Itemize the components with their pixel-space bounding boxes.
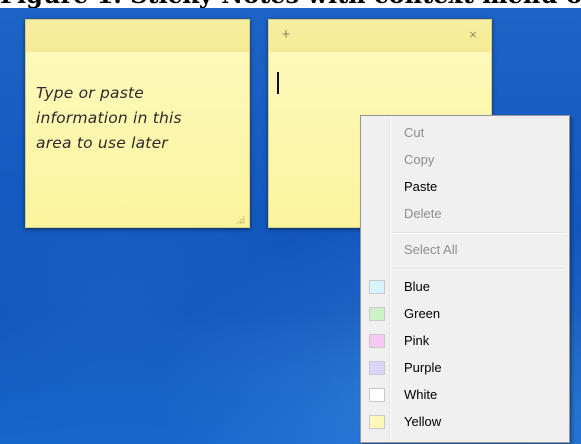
menu-item-pink[interactable]: Pink — [363, 328, 567, 354]
menu-item-paste[interactable]: Paste — [363, 174, 567, 200]
purple-swatch-icon — [369, 361, 385, 375]
menu-item-blue[interactable]: Blue — [363, 274, 567, 300]
menu-separator — [392, 268, 566, 270]
note-text-line-2: information in this — [36, 109, 182, 127]
menu-item-label: Purple — [404, 360, 442, 375]
note-header[interactable] — [26, 20, 249, 52]
menu-item-label: Pink — [404, 333, 430, 348]
add-note-icon[interactable]: + — [277, 26, 295, 44]
menu-item-copy[interactable]: Copy — [363, 147, 567, 173]
blue-swatch-icon — [369, 280, 385, 294]
close-note-icon[interactable]: × — [464, 26, 482, 44]
note-text[interactable]: Type or paste information in this area t… — [36, 81, 241, 156]
menu-item-label: Green — [404, 306, 441, 321]
menu-item-label: Paste — [404, 179, 438, 194]
menu-item-cut[interactable]: Cut — [363, 120, 567, 146]
note-header[interactable]: + × — [269, 20, 491, 52]
sticky-note-1[interactable]: Type or paste information in this area t… — [25, 19, 250, 228]
menu-item-label: Delete — [404, 206, 442, 221]
menu-item-label: Select All — [404, 242, 458, 257]
white-swatch-icon — [369, 388, 385, 402]
menu-item-delete[interactable]: Delete — [363, 201, 567, 227]
menu-item-select-all[interactable]: Select All — [363, 237, 567, 263]
note-body[interactable]: Type or paste information in this area t… — [26, 52, 249, 227]
green-swatch-icon — [369, 307, 385, 321]
menu-item-label: Yellow — [404, 414, 442, 429]
note-text-line-1: Type or paste — [36, 84, 145, 102]
menu-item-green[interactable]: Green — [363, 301, 567, 327]
note-text-line-3: area to use later — [36, 134, 168, 152]
menu-item-label: White — [404, 387, 438, 402]
menu-item-label: Blue — [404, 279, 431, 294]
yellow-swatch-icon — [369, 415, 385, 429]
pink-swatch-icon — [369, 334, 385, 348]
menu-item-label: Cut — [404, 125, 425, 140]
text-cursor — [277, 72, 279, 94]
menu-item-yellow[interactable]: Yellow — [363, 409, 567, 435]
menu-separator — [392, 232, 566, 234]
menu-item-label: Copy — [404, 152, 435, 167]
menu-item-purple[interactable]: Purple — [363, 355, 567, 381]
context-menu: Cut Copy Paste Delete Select All Blue Gr… — [360, 115, 570, 443]
desktop-background: Type or paste information in this area t… — [0, 8, 581, 444]
menu-item-white[interactable]: White — [363, 382, 567, 408]
